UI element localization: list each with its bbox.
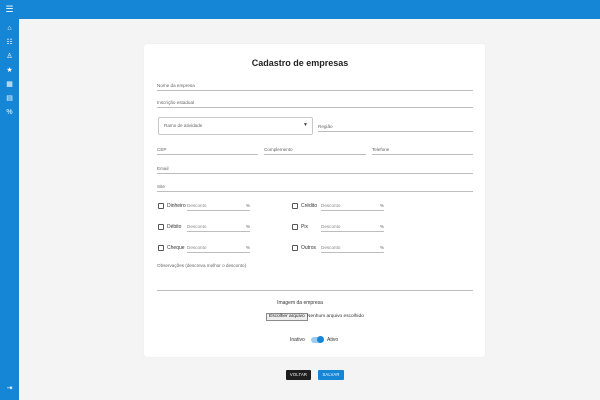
activity-select-label: Ramo de atividade xyxy=(164,123,203,128)
top-app-bar: ☰ xyxy=(0,0,600,19)
list-icon[interactable]: ☷ xyxy=(4,37,15,48)
payment-label-outros: Outros xyxy=(301,245,317,251)
complement-field[interactable]: Complemento xyxy=(264,144,366,155)
payment-row-pix: Pix Desconto % xyxy=(292,223,388,233)
cep-field[interactable]: CEP xyxy=(157,144,258,155)
back-button[interactable]: VOLTAR xyxy=(286,370,311,380)
company-image-label: Imagem da empresa xyxy=(277,300,323,306)
email-label: Email xyxy=(157,166,169,171)
discount-input-debito[interactable]: Desconto % xyxy=(187,223,250,232)
discount-placeholder: Desconto xyxy=(187,245,207,250)
payment-row-outros: Outros Desconto % xyxy=(292,244,388,254)
region-label: Região xyxy=(318,124,333,129)
percent-sign: % xyxy=(245,245,250,250)
checkbox-cheque[interactable] xyxy=(158,245,164,251)
checkbox-outros[interactable] xyxy=(292,245,298,251)
state-registration-label: Inscrição estadual xyxy=(157,100,195,105)
payment-label-credito: Crédito xyxy=(301,203,318,209)
status-toggle[interactable] xyxy=(311,336,324,343)
cep-label: CEP xyxy=(157,147,167,152)
building-icon[interactable]: ▦ xyxy=(4,79,15,90)
payment-row-debito: Débito Desconto % xyxy=(158,223,254,233)
percent-sign: % xyxy=(245,224,250,229)
phone-label: Telefone xyxy=(372,147,390,152)
report-icon[interactable]: ▤ xyxy=(4,93,15,104)
complement-label: Complemento xyxy=(264,147,293,152)
discount-input-pix[interactable]: Desconto % xyxy=(321,223,384,232)
discount-input-outros[interactable]: Desconto % xyxy=(321,244,384,253)
observations-textarea[interactable]: Observações (descreva melhor o desconto) xyxy=(157,263,473,291)
discount-placeholder: Desconto xyxy=(187,224,207,229)
logout-icon[interactable]: ⇥ xyxy=(4,383,15,394)
percent-sign: % xyxy=(379,203,384,208)
sidebar: ⌂ ☷ ♙ ★ ▦ ▤ % ⇥ xyxy=(0,19,19,400)
company-name-field[interactable]: Nome da empresa xyxy=(157,80,473,91)
discount-input-cheque[interactable]: Desconto % xyxy=(187,244,250,253)
percent-sign: % xyxy=(245,203,250,208)
percent-sign: % xyxy=(379,224,384,229)
payment-row-credito: Crédito Desconto % xyxy=(292,202,388,212)
discount-placeholder: Desconto xyxy=(321,224,341,229)
payment-label-dinheiro: Dinheiro xyxy=(167,203,186,209)
chevron-down-icon: ▼ xyxy=(303,122,308,128)
checkbox-credito[interactable] xyxy=(292,203,298,209)
page-title: Cadastro de empresas xyxy=(251,58,349,68)
hamburger-menu-icon[interactable]: ☰ xyxy=(5,5,14,14)
payment-row-cheque: Cheque Desconto % xyxy=(158,244,254,254)
save-button[interactable]: SALVAR xyxy=(318,370,344,380)
observations-label: Observações (descreva melhor o desconto) xyxy=(157,263,247,268)
file-status-text: Nenhum arquivo escolhido xyxy=(307,314,364,319)
company-name-label: Nome da empresa xyxy=(157,83,195,88)
discount-placeholder: Desconto xyxy=(321,203,341,208)
activity-select[interactable]: Ramo de atividade ▼ xyxy=(158,117,313,135)
site-field[interactable]: Site xyxy=(157,181,473,192)
discount-placeholder: Desconto xyxy=(187,203,207,208)
payment-label-debito: Débito xyxy=(167,224,182,230)
email-field[interactable]: Email xyxy=(157,163,473,174)
toggle-active-label: Ativo xyxy=(327,337,339,343)
checkbox-pix[interactable] xyxy=(292,224,298,230)
site-label: Site xyxy=(157,184,165,189)
payment-label-pix: Pix xyxy=(301,224,308,230)
choose-file-button[interactable]: Escolher arquivo xyxy=(266,313,308,321)
phone-field[interactable]: Telefone xyxy=(372,144,473,155)
discount-input-credito[interactable]: Desconto % xyxy=(321,202,384,211)
discount-input-dinheiro[interactable]: Desconto % xyxy=(187,202,250,211)
payment-row-dinheiro: Dinheiro Desconto % xyxy=(158,202,254,212)
toggle-knob xyxy=(317,336,324,343)
payment-label-cheque: Cheque xyxy=(167,245,185,251)
discount-placeholder: Desconto xyxy=(321,245,341,250)
percent-icon[interactable]: % xyxy=(4,107,15,118)
state-registration-field[interactable]: Inscrição estadual xyxy=(157,97,473,108)
region-field[interactable]: Região xyxy=(318,121,473,132)
percent-sign: % xyxy=(379,245,384,250)
checkbox-dinheiro[interactable] xyxy=(158,203,164,209)
checkbox-debito[interactable] xyxy=(158,224,164,230)
home-icon[interactable]: ⌂ xyxy=(4,23,15,34)
toggle-inactive-label: Inativo xyxy=(290,337,305,343)
